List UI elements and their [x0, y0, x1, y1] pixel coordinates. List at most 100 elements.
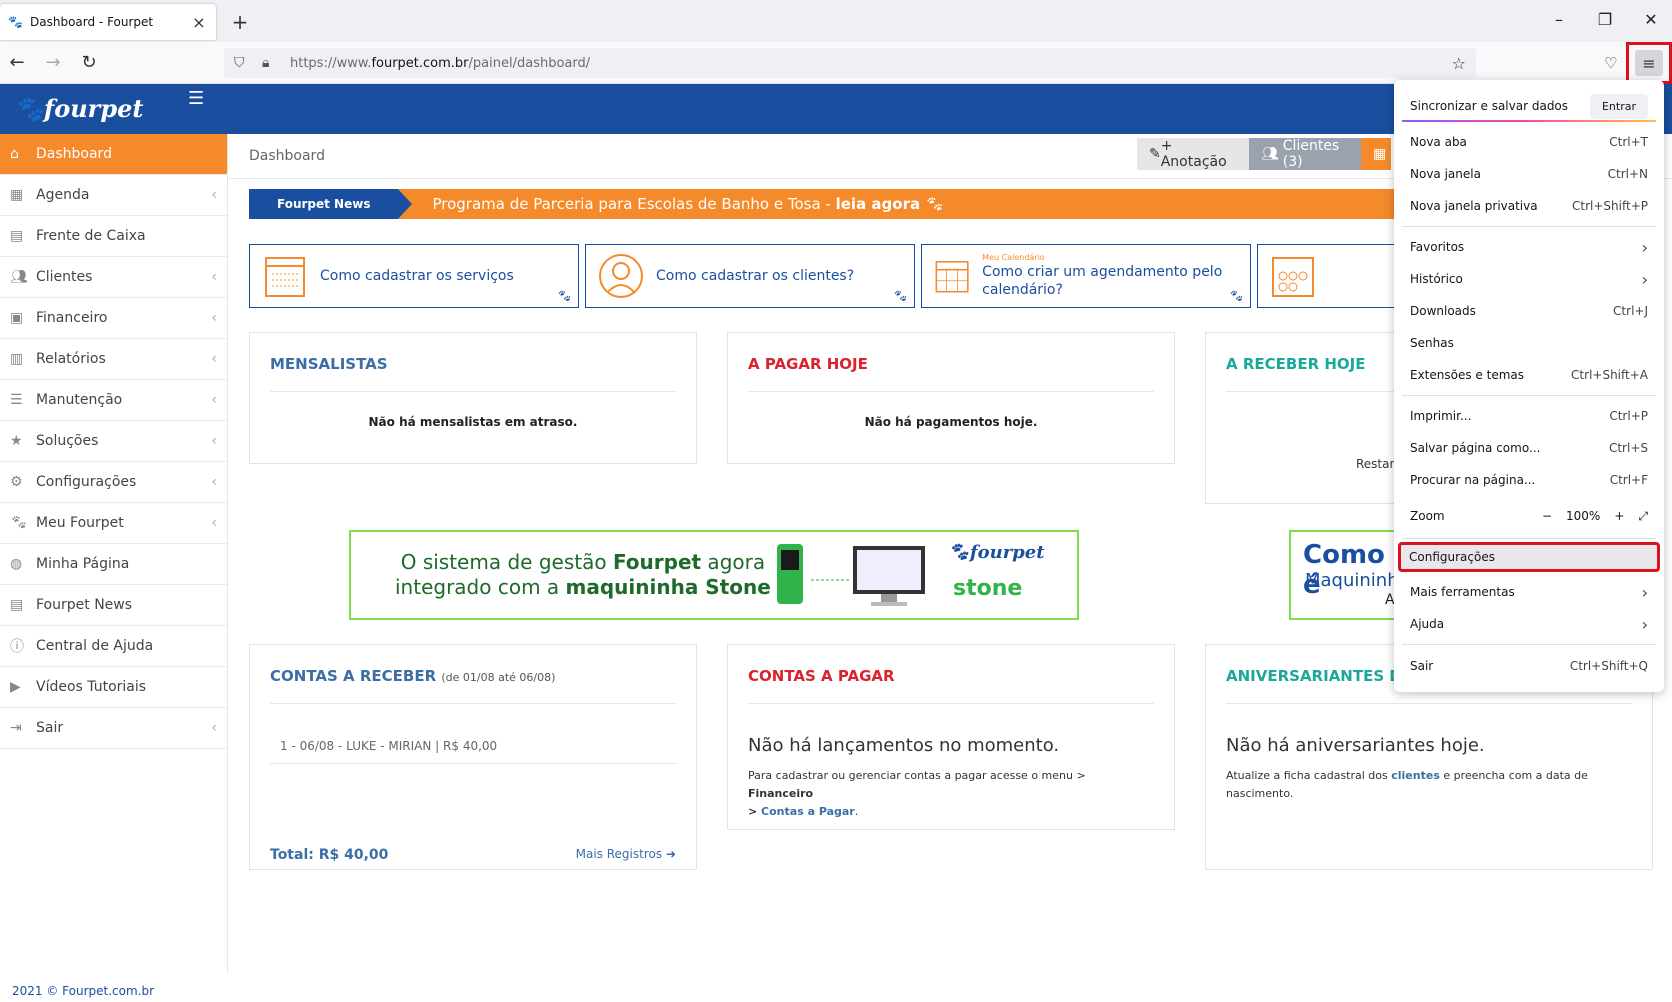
sidebar-item-label: Agenda	[36, 187, 90, 203]
bar-chart-icon: ▥	[10, 351, 24, 367]
menu-item-nova-janela[interactable]: Nova janela Ctrl+N	[1402, 158, 1656, 190]
menu-item-historico[interactable]: Histórico ›	[1402, 263, 1656, 295]
pocket-icon[interactable]: ♡	[1604, 54, 1617, 72]
menu-item-nova-janela-privativa[interactable]: Nova janela privativa Ctrl+Shift+P	[1402, 190, 1656, 222]
contas-a-pagar-link[interactable]: Contas a Pagar	[761, 805, 855, 818]
sidebar-item-solucoes[interactable]: ★ Soluções ‹	[0, 421, 227, 462]
sidebar-item-label: Manutenção	[36, 392, 123, 408]
menu-item-label: Ajuda	[1410, 617, 1445, 631]
sidebar-item-videos-tutoriais[interactable]: ▶ Vídeos Tutoriais	[0, 667, 227, 708]
browser-tab[interactable]: 🐾 Dashboard - Fourpet ×	[0, 4, 216, 40]
minimize-icon[interactable]: –	[1544, 10, 1574, 29]
menu-item-ajuda[interactable]: Ajuda ›	[1402, 608, 1656, 640]
paw-icon: 🐾︎	[10, 515, 28, 531]
sidebar-item-label: Minha Página	[36, 556, 130, 572]
app-menu-panel: Sincronizar e salvar dados Entrar Nova ab…	[1394, 80, 1664, 692]
checklist-icon	[265, 257, 305, 297]
panel-message: Restan	[1356, 457, 1398, 471]
sidebar-item-manutencao[interactable]: ☰ Manutenção ‹	[0, 380, 227, 421]
shield-icon[interactable]: ⛉	[234, 55, 254, 71]
reload-icon[interactable]: ↻	[76, 50, 102, 76]
close-window-icon[interactable]: ✕	[1636, 10, 1666, 29]
sidebar-item-minha-pagina[interactable]: ◍ Minha Página	[0, 544, 227, 585]
clientes-button[interactable]: 👥︎ Clientes (3)	[1249, 138, 1361, 170]
sidebar-item-financeiro[interactable]: ▣ Financeiro ‹	[0, 298, 227, 339]
fullscreen-icon[interactable]: ⤢	[1638, 509, 1648, 524]
zoom-in-button[interactable]: +	[1614, 509, 1624, 523]
sidebar-item-sair[interactable]: ⇥ Sair ‹	[0, 708, 227, 749]
news-message[interactable]: Programa de Parceria para Escolas de Ban…	[432, 195, 943, 213]
sidebar-item-configuracoes[interactable]: ⚙ Configurações ‹	[0, 462, 227, 503]
sidebar-item-dashboard[interactable]: ⌂ Dashboard	[0, 134, 227, 175]
forward-icon[interactable]: →	[40, 50, 66, 76]
news-link[interactable]: leia agora	[836, 195, 921, 213]
menu-item-salvar-pagina[interactable]: Salvar página como... Ctrl+S	[1402, 432, 1656, 464]
news-tag: Fourpet News	[249, 189, 413, 219]
sidebar-item-label: Fourpet News	[36, 597, 133, 613]
help-text-bold: >	[748, 805, 762, 818]
sidebar-item-central-de-ajuda[interactable]: ⓘ Central de Ajuda	[0, 626, 227, 667]
chevron-left-icon: ‹	[211, 392, 217, 408]
url-path: /painel/dashboard/	[468, 55, 591, 71]
fourpet-logo[interactable]: 🐾fourpet	[14, 94, 143, 123]
new-tab-button[interactable]: +	[228, 10, 252, 34]
banner-text-bold: Fourpet	[612, 550, 702, 574]
sidebar-item-agenda[interactable]: ▦ Agenda ‹	[0, 175, 227, 216]
menu-shortcut: Ctrl+Shift+A	[1571, 368, 1648, 382]
maquininha-banner[interactable]: Como é Maquininh A	[1289, 530, 1399, 620]
mais-registros-link[interactable]: Mais Registros ➜	[576, 847, 676, 861]
tutorial-card-calendario[interactable]: Meu Calendário Como criar um agendamento …	[921, 244, 1251, 308]
sidebar-item-relatorios[interactable]: ▥ Relatórios ‹	[0, 339, 227, 380]
zoom-reset-button[interactable]: 100%	[1566, 509, 1600, 523]
panel-title: CONTAS A PAGAR	[748, 667, 895, 685]
anotacao-label: + Anotação	[1160, 138, 1227, 170]
stone-integration-banner[interactable]: O sistema de gestão Fourpet agora integr…	[349, 530, 1079, 620]
footer-copyright[interactable]: 2021 © Fourpet.com.br	[12, 984, 154, 998]
menu-item-procurar[interactable]: Procurar na página... Ctrl+F	[1402, 464, 1656, 496]
menu-item-nova-aba[interactable]: Nova aba Ctrl+T	[1402, 126, 1656, 158]
money-icon: ▣	[10, 310, 24, 326]
sidebar-item-meu-fourpet[interactable]: 🐾︎ Meu Fourpet ‹	[0, 503, 227, 544]
app-menu-button[interactable]: ≡	[1626, 42, 1672, 84]
menu-item-downloads[interactable]: Downloads Ctrl+J	[1402, 295, 1656, 327]
calendar-button[interactable]: ▦	[1361, 138, 1391, 170]
menu-item-favoritos[interactable]: Favoritos ›	[1402, 231, 1656, 263]
chevron-right-icon: ›	[1641, 269, 1648, 289]
sidebar-item-fourpet-news[interactable]: ▤ Fourpet News	[0, 585, 227, 626]
chevron-left-icon: ‹	[211, 351, 217, 367]
tutorial-card-clientes[interactable]: Como cadastrar os clientes? 🐾︎	[585, 244, 915, 308]
menu-item-label: Configurações	[1409, 550, 1495, 564]
sign-in-button[interactable]: Entrar	[1589, 93, 1648, 119]
menu-item-label: Sincronizar e salvar dados	[1410, 99, 1569, 113]
banner-text-bold: maquininha Stone	[565, 575, 771, 599]
arrow-circle-right-icon: ➜	[665, 847, 676, 861]
zoom-out-button[interactable]: −	[1542, 509, 1552, 523]
menu-item-mais-ferramentas[interactable]: Mais ferramentas ›	[1402, 576, 1656, 608]
tutorial-card-partial[interactable]	[1257, 244, 1397, 308]
sidebar-item-clientes[interactable]: 👥︎ Clientes ‹	[0, 257, 227, 298]
back-icon[interactable]: ←	[4, 50, 30, 76]
pos-terminal-computer-image	[777, 544, 925, 606]
menu-item-sair[interactable]: Sair Ctrl+Shift+Q	[1402, 650, 1656, 682]
menu-item-senhas[interactable]: Senhas	[1402, 327, 1656, 359]
url-bar[interactable]: ⛉ 🔒︎ https://www. fourpet.com.br/painel/d…	[224, 48, 1476, 78]
sidebar-item-frente-de-caixa[interactable]: ▤ Frente de Caixa	[0, 216, 227, 257]
menu-item-sync[interactable]: Sincronizar e salvar dados Entrar	[1402, 88, 1656, 124]
menu-item-configuracoes[interactable]: Configurações	[1398, 542, 1660, 572]
list-item[interactable]: 1 - 06/08 - LUKE - MIRIAN | R$ 40,00	[280, 739, 497, 753]
close-tab-icon[interactable]: ×	[190, 13, 208, 32]
anotacao-button[interactable]: ✎ + Anotação	[1137, 138, 1249, 170]
bookmark-star-icon[interactable]: ☆	[1452, 54, 1466, 73]
sidebar-item-label: Frente de Caixa	[36, 228, 146, 244]
lock-icon[interactable]: 🔒︎	[262, 55, 282, 71]
news-text: Programa de Parceria para Escolas de Ban…	[432, 195, 836, 213]
clientes-link[interactable]: clientes	[1391, 769, 1440, 782]
sidebar-toggle-icon[interactable]: ☰	[188, 88, 204, 109]
restore-icon[interactable]: ❐	[1590, 10, 1620, 29]
tutorial-card-servicos[interactable]: Como cadastrar os serviços 🐾︎	[249, 244, 579, 308]
menu-item-extensoes[interactable]: Extensões e temas Ctrl+Shift+A	[1402, 359, 1656, 391]
clientes-label: Clientes (3)	[1282, 138, 1340, 170]
menu-item-imprimir[interactable]: Imprimir... Ctrl+P	[1402, 400, 1656, 432]
sidebar-item-label: Sair	[36, 720, 64, 736]
mais-registros-label: Mais Registros	[575, 847, 663, 861]
